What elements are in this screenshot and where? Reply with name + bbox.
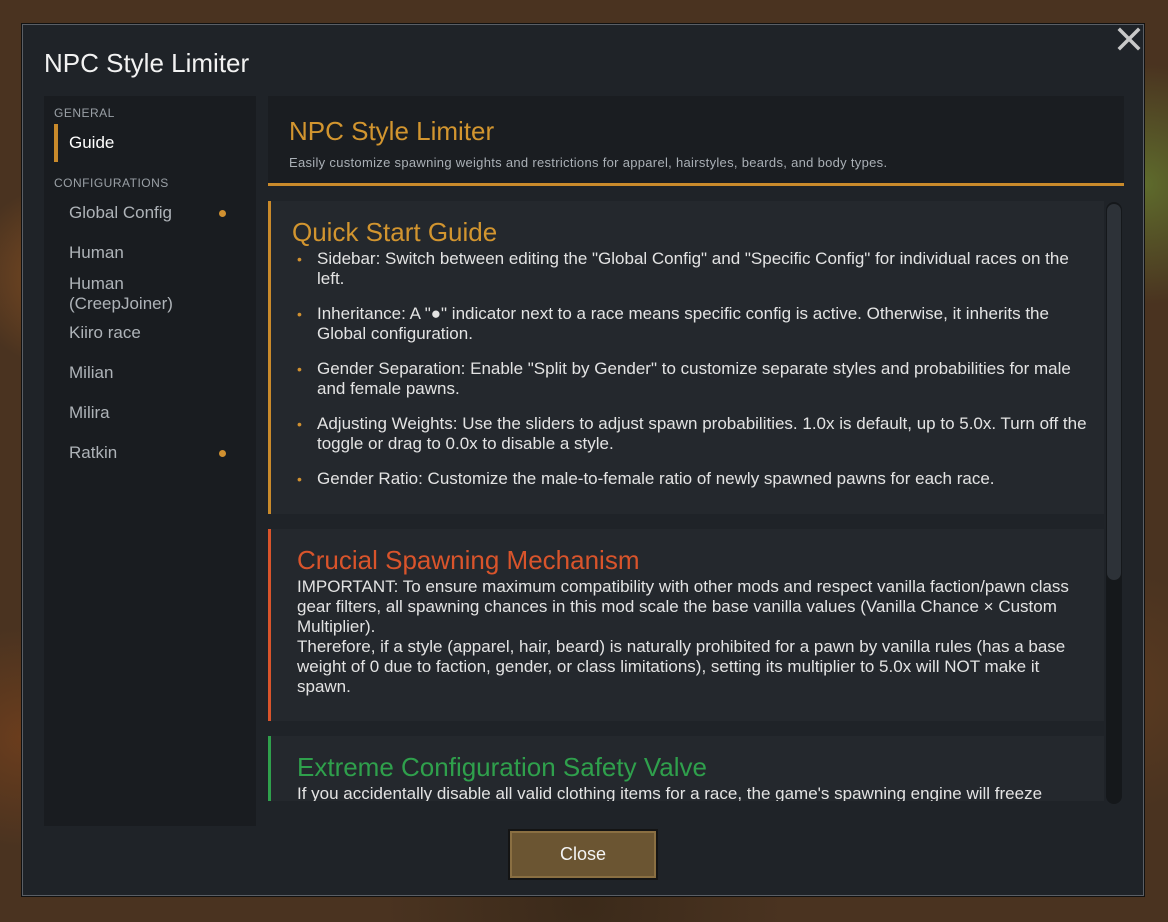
sidebar-item-label: Guide bbox=[69, 133, 115, 152]
quick-start-card: Quick Start Guide • Sidebar: Switch betwe… bbox=[268, 201, 1104, 514]
scrollbar[interactable] bbox=[1106, 202, 1122, 804]
main-panel: NPC Style Limiter Easily customize spawn… bbox=[268, 96, 1124, 826]
crucial-paragraph: IMPORTANT: To ensure maximum compatibili… bbox=[297, 577, 1069, 636]
list-item: • Gender Ratio: Customize the male-to-fem… bbox=[297, 469, 995, 488]
sidebar-item-global-config[interactable]: Global Config bbox=[44, 194, 256, 232]
sidebar-item-kiiro-race[interactable]: Kiiro race bbox=[44, 314, 256, 352]
config-indicator-dot bbox=[219, 210, 226, 217]
close-button[interactable]: Close bbox=[508, 829, 658, 880]
crucial-title: Crucial Spawning Mechanism bbox=[297, 545, 640, 575]
bullet-dot-icon: • bbox=[297, 416, 302, 432]
list-item: • Gender Separation: Enable "Split by Gen… bbox=[297, 359, 1071, 398]
crucial-paragraph: Therefore, if a style (apparel, hair, be… bbox=[297, 637, 1066, 696]
sidebar-item-label: Human (CreepJoiner) bbox=[69, 274, 173, 313]
page-title: NPC Style Limiter bbox=[289, 116, 495, 146]
close-icon[interactable] bbox=[1114, 24, 1144, 54]
sidebar-item-label: Kiiro race bbox=[69, 323, 141, 342]
list-item: • Adjusting Weights: Use the sliders to a… bbox=[297, 414, 1087, 453]
sidebar: GENERAL Guide CONFIGURATIONS Global Conf… bbox=[44, 96, 256, 826]
quick-start-list: • Sidebar: Switch between editing the "Gl… bbox=[297, 249, 1087, 504]
config-indicator-dot bbox=[219, 450, 226, 457]
safety-title: Extreme Configuration Safety Valve bbox=[297, 752, 707, 782]
sidebar-item-human-creepjoiner[interactable]: Human (CreepJoiner) bbox=[44, 274, 256, 314]
safety-paragraph: If you accidentally disable all valid cl… bbox=[297, 784, 1043, 801]
sidebar-item-label: Global Config bbox=[69, 203, 173, 222]
sidebar-item-milian[interactable]: Milian bbox=[44, 354, 256, 392]
sidebar-item-ratkin[interactable]: Ratkin bbox=[44, 434, 256, 472]
sidebar-section-configurations: CONFIGURATIONS bbox=[54, 176, 169, 190]
crucial-mechanism-card: Crucial Spawning Mechanism IMPORTANT: To… bbox=[268, 529, 1104, 721]
page-header: NPC Style Limiter Easily customize spawn… bbox=[268, 96, 1124, 186]
sidebar-item-guide[interactable]: Guide bbox=[44, 124, 256, 162]
list-item: • Sidebar: Switch between editing the "Gl… bbox=[297, 249, 1069, 288]
bullet-dot-icon: • bbox=[297, 306, 302, 322]
bullet-dot-icon: • bbox=[297, 251, 302, 267]
bullet-dot-icon: • bbox=[297, 361, 302, 377]
sidebar-item-label: Ratkin bbox=[69, 443, 118, 462]
sidebar-section-general: GENERAL bbox=[54, 106, 115, 120]
sidebar-item-human[interactable]: Human bbox=[44, 234, 256, 272]
list-item: • Inheritance: A "●" indicator next to a … bbox=[297, 304, 1049, 343]
sidebar-item-label: Milira bbox=[69, 403, 110, 422]
sidebar-item-label: Milian bbox=[69, 363, 114, 382]
guide-content: Quick Start Guide • Sidebar: Switch betwe… bbox=[268, 201, 1104, 801]
sidebar-item-label: Human bbox=[69, 243, 124, 262]
safety-valve-card: Extreme Configuration Safety Valve If yo… bbox=[268, 736, 1104, 801]
window-title: NPC Style Limiter bbox=[44, 48, 250, 78]
scrollbar-thumb[interactable] bbox=[1107, 204, 1121, 580]
quick-start-title: Quick Start Guide bbox=[292, 217, 498, 247]
active-indicator bbox=[54, 124, 58, 162]
bullet-dot-icon: • bbox=[297, 471, 302, 487]
sidebar-item-milira[interactable]: Milira bbox=[44, 394, 256, 432]
page-subtitle: Easily customize spawning weights and re… bbox=[289, 155, 888, 170]
